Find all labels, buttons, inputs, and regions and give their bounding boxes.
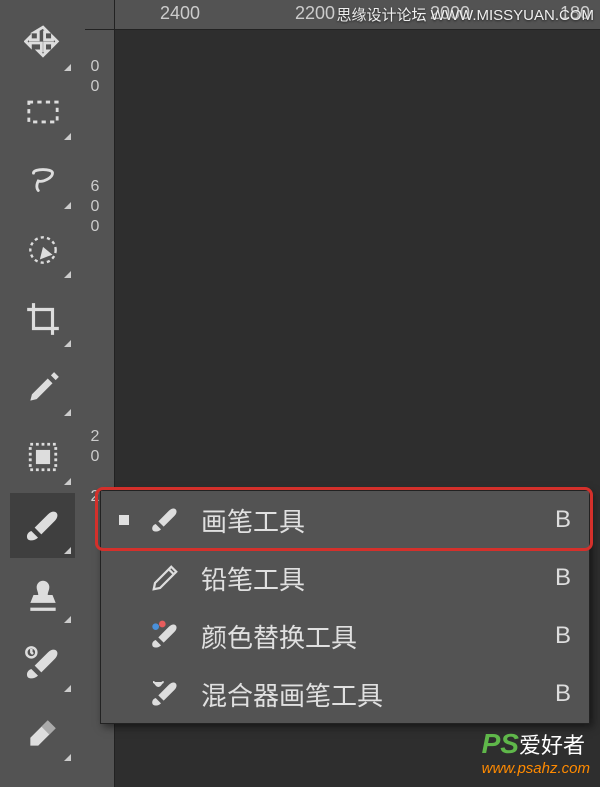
lasso-tool[interactable] [10, 148, 75, 213]
move-tool[interactable] [10, 10, 75, 75]
flyout-item-pencil[interactable]: 铅笔工具 B [101, 549, 589, 607]
flyout-label: 铅笔工具 [201, 560, 555, 597]
ruler-label: 2200 [295, 3, 335, 24]
eyedropper-tool[interactable] [10, 355, 75, 420]
selected-indicator [119, 689, 129, 699]
flyout-item-mixer-brush[interactable]: 混合器画笔工具 B [101, 665, 589, 723]
selected-indicator [119, 515, 129, 525]
color-replace-icon [147, 618, 183, 654]
brush-icon [147, 502, 183, 538]
ruler-label: 0 [87, 200, 103, 214]
flyout-shortcut: B [555, 564, 571, 592]
quick-select-tool[interactable] [10, 217, 75, 282]
stamp-tool[interactable] [10, 562, 75, 627]
flyout-item-color-replace[interactable]: 颜色替换工具 B [101, 607, 589, 665]
brush-tool[interactable] [10, 493, 75, 558]
ruler-label: 2400 [160, 3, 200, 24]
history-brush-tool[interactable] [10, 631, 75, 696]
ruler-label: 0 [87, 220, 103, 234]
flyout-item-brush[interactable]: 画笔工具 B [101, 491, 589, 549]
watermark-brand: PS [482, 728, 519, 759]
flyout-shortcut: B [555, 622, 571, 650]
ruler-label: 0 [87, 450, 103, 464]
frame-tool[interactable] [10, 424, 75, 489]
ruler-label: 0 [87, 80, 103, 94]
ruler-label: 2 [87, 430, 103, 444]
flyout-label: 画笔工具 [201, 502, 555, 539]
ruler-label: 6 [87, 180, 103, 194]
toolbar [0, 0, 85, 787]
marquee-tool[interactable] [10, 79, 75, 144]
watermark-bottom: PS爱好者 www.psahz.com [482, 728, 590, 777]
pencil-icon [147, 560, 183, 596]
selected-indicator [119, 573, 129, 583]
mixer-brush-icon [147, 676, 183, 712]
flyout-label: 颜色替换工具 [201, 618, 555, 655]
flyout-shortcut: B [555, 680, 571, 708]
crop-tool[interactable] [10, 286, 75, 351]
flyout-shortcut: B [555, 506, 571, 534]
ruler-label: 0 [87, 60, 103, 74]
brush-tool-flyout: 画笔工具 B 铅笔工具 B 颜色替换工具 B 混合器画笔工具 B [100, 490, 590, 724]
watermark-cn: 爱好者 [519, 733, 585, 758]
eraser-tool[interactable] [10, 700, 75, 765]
watermark-top: 思缘设计论坛 WWW.MISSYUAN.COM [337, 4, 595, 25]
selected-indicator [119, 631, 129, 641]
watermark-url: www.psahz.com [482, 760, 590, 777]
flyout-label: 混合器画笔工具 [201, 676, 555, 713]
